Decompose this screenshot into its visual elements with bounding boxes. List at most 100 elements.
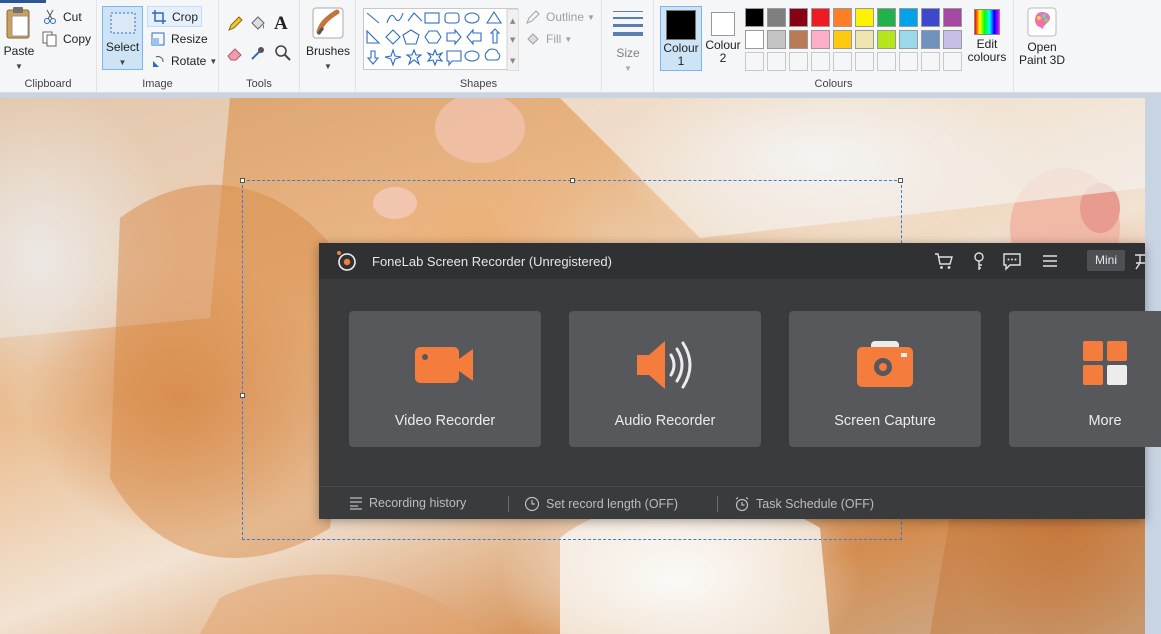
select-button[interactable]: Select ▼ bbox=[102, 6, 143, 70]
color-picker-icon[interactable] bbox=[249, 44, 267, 62]
feedback-icon[interactable] bbox=[1002, 251, 1022, 271]
rotate-dropdown-icon[interactable]: ▼ bbox=[209, 57, 217, 66]
line-size-icon bbox=[613, 11, 643, 36]
brushes-button[interactable]: Brushes ▼ bbox=[306, 6, 350, 72]
palette-swatch[interactable] bbox=[789, 30, 808, 49]
palette-custom-slot[interactable] bbox=[745, 52, 764, 71]
brush-icon bbox=[312, 7, 344, 39]
palette-swatch[interactable] bbox=[789, 8, 808, 27]
brushes-dropdown-icon[interactable]: ▼ bbox=[324, 62, 332, 71]
magnifier-icon[interactable] bbox=[274, 44, 292, 62]
fonelab-titlebar: FoneLab Screen Recorder (Unregistered) M… bbox=[319, 243, 1145, 279]
palette-swatch[interactable] bbox=[745, 30, 764, 49]
resize-button[interactable]: Resize bbox=[150, 29, 208, 49]
clock-icon bbox=[524, 496, 540, 512]
selection-handle-top[interactable] bbox=[570, 178, 575, 183]
shapes-grid[interactable]: ▲ ▼ ▼ bbox=[364, 8, 520, 72]
palette-swatch[interactable] bbox=[877, 8, 896, 27]
set-record-length-button[interactable]: Set record length (OFF) bbox=[524, 496, 678, 512]
cart-icon[interactable] bbox=[934, 251, 954, 271]
video-recorder-label: Video Recorder bbox=[394, 413, 496, 429]
cut-label: Cut bbox=[63, 10, 82, 24]
more-card[interactable]: More bbox=[1009, 311, 1161, 447]
edit-colours-button[interactable]: Edit colours bbox=[965, 6, 1009, 64]
outline-button[interactable]: Outline ▼ bbox=[525, 7, 595, 27]
size-button[interactable]: Size ▼ bbox=[610, 8, 646, 74]
palette-custom-slot[interactable] bbox=[921, 52, 940, 71]
menu-icon[interactable] bbox=[1040, 251, 1060, 271]
outline-label: Outline bbox=[546, 10, 585, 24]
video-recorder-card[interactable]: Video Recorder bbox=[349, 311, 541, 447]
palette-swatch[interactable] bbox=[767, 30, 786, 49]
size-dropdown-icon[interactable]: ▼ bbox=[624, 64, 632, 73]
crop-button[interactable]: Crop bbox=[147, 6, 203, 27]
colours-group-label: Colours bbox=[814, 78, 853, 90]
palette-swatch[interactable] bbox=[921, 30, 940, 49]
palette-swatch[interactable] bbox=[745, 8, 764, 27]
cut-button[interactable]: Cut bbox=[42, 7, 82, 27]
open-paint3d-button[interactable]: Open Paint 3D bbox=[1018, 6, 1066, 67]
colour1-label-line2: 1 bbox=[677, 54, 685, 68]
palette-swatch[interactable] bbox=[899, 30, 918, 49]
palette-swatch[interactable] bbox=[811, 30, 830, 49]
key-icon[interactable] bbox=[969, 251, 989, 271]
colour1-button[interactable]: Colour 1 bbox=[660, 6, 702, 71]
select-dropdown-icon[interactable]: ▼ bbox=[119, 58, 127, 67]
palette-custom-slot[interactable] bbox=[811, 52, 830, 71]
pencil-icon[interactable] bbox=[226, 15, 244, 33]
rotate-icon bbox=[150, 53, 166, 69]
selection-handle-top-right[interactable] bbox=[898, 178, 903, 183]
image-group: Select ▼ Crop Resize Rotate ▼ Image bbox=[97, 0, 219, 93]
clipboard-group-label: Clipboard bbox=[24, 78, 72, 90]
palette-custom-slot[interactable] bbox=[943, 52, 962, 71]
outline-icon bbox=[525, 9, 541, 25]
scissors-icon bbox=[42, 9, 58, 25]
palette-swatch[interactable] bbox=[899, 8, 918, 27]
colour2-button[interactable]: Colour 2 bbox=[704, 6, 742, 65]
palette-swatch[interactable] bbox=[921, 8, 940, 27]
svg-text:▲: ▲ bbox=[510, 17, 516, 25]
outline-dropdown-icon[interactable]: ▼ bbox=[587, 13, 595, 22]
palette-swatch[interactable] bbox=[811, 8, 830, 27]
audio-recorder-card[interactable]: Audio Recorder bbox=[569, 311, 761, 447]
paste-dropdown-icon[interactable]: ▼ bbox=[15, 62, 23, 71]
palette-swatch[interactable] bbox=[855, 8, 874, 27]
palette-swatch[interactable] bbox=[833, 30, 852, 49]
palette-swatch[interactable] bbox=[877, 30, 896, 49]
copy-button[interactable]: Copy bbox=[42, 29, 91, 49]
colour2-swatch bbox=[711, 12, 735, 36]
fonelab-bottom-bar: Recording history Set record length (OFF… bbox=[319, 486, 1145, 519]
palette-custom-slot[interactable] bbox=[855, 52, 874, 71]
palette-swatch[interactable] bbox=[833, 8, 852, 27]
mini-mode-button[interactable]: Mini bbox=[1087, 250, 1125, 271]
eraser-icon[interactable] bbox=[226, 44, 244, 62]
task-schedule-button[interactable]: Task Schedule (OFF) bbox=[734, 496, 874, 512]
selection-handle-top-left[interactable] bbox=[240, 178, 245, 183]
pin-icon[interactable] bbox=[1133, 251, 1145, 271]
camera-icon bbox=[857, 341, 913, 387]
palette-swatch[interactable] bbox=[767, 8, 786, 27]
paste-button[interactable]: Paste ▼ bbox=[2, 6, 36, 72]
fill-bucket-icon[interactable] bbox=[249, 15, 267, 33]
palette-swatch[interactable] bbox=[943, 8, 962, 27]
bottom-separator bbox=[717, 496, 718, 512]
palette-custom-slot[interactable] bbox=[877, 52, 896, 71]
fill-dropdown-icon[interactable]: ▼ bbox=[564, 35, 572, 44]
rotate-button[interactable]: Rotate ▼ bbox=[150, 51, 217, 71]
palette-custom-slot[interactable] bbox=[789, 52, 808, 71]
recording-history-button[interactable]: Recording history bbox=[349, 496, 466, 510]
palette-swatch[interactable] bbox=[943, 30, 962, 49]
video-camera-icon bbox=[415, 347, 473, 383]
palette-custom-slot[interactable] bbox=[767, 52, 786, 71]
fill-button[interactable]: Fill ▼ bbox=[525, 29, 572, 49]
text-tool-icon[interactable]: A bbox=[274, 13, 288, 35]
palette-swatch[interactable] bbox=[855, 30, 874, 49]
palette-custom-slot[interactable] bbox=[899, 52, 918, 71]
paint3d-icon bbox=[1027, 7, 1057, 37]
screen-capture-label: Screen Capture bbox=[834, 413, 936, 429]
screen-capture-card[interactable]: Screen Capture bbox=[789, 311, 981, 447]
selection-handle-left[interactable] bbox=[240, 393, 245, 398]
colour1-swatch bbox=[666, 10, 696, 40]
colours-group: Colour 1 Colour 2 Edit colours Colours bbox=[654, 0, 1014, 93]
palette-custom-slot[interactable] bbox=[833, 52, 852, 71]
